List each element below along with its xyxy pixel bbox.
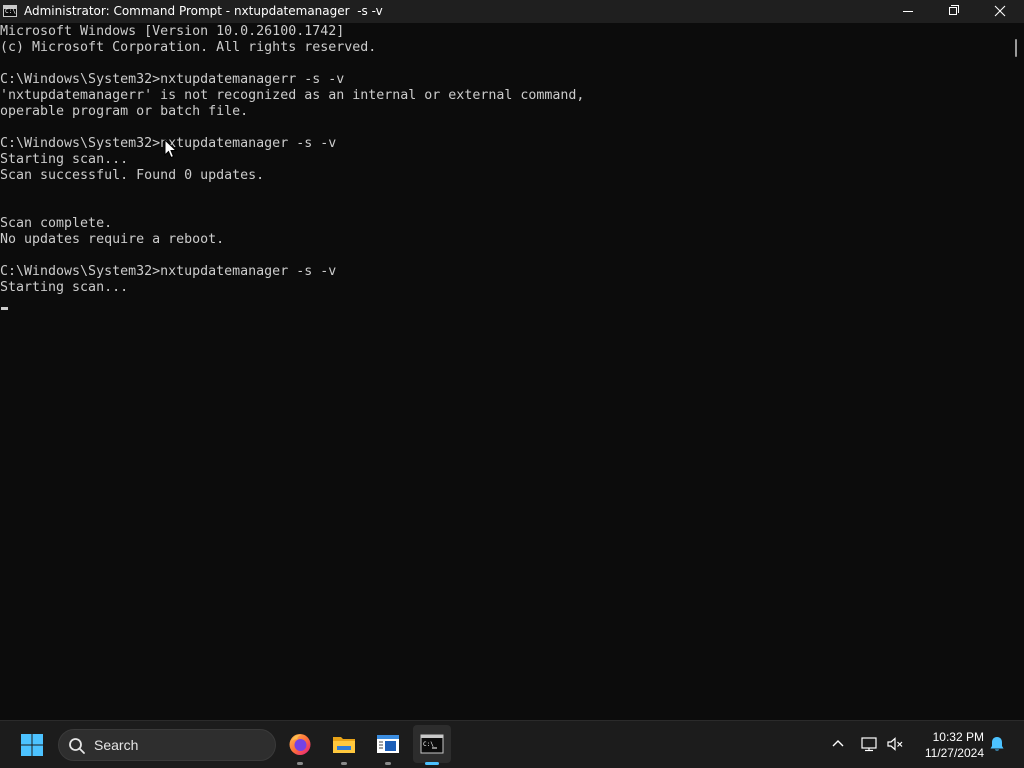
console-line: operable program or batch file. xyxy=(0,104,249,119)
restore-button[interactable] xyxy=(931,0,977,23)
minimize-icon xyxy=(903,11,913,12)
running-indicator xyxy=(385,762,391,765)
taskbar-search-box[interactable]: Search xyxy=(58,729,276,761)
console-line: Scan successful. Found 0 updates. xyxy=(0,168,265,183)
clock-time: 10:32 PM xyxy=(932,730,984,744)
search-placeholder: Search xyxy=(94,737,139,753)
title-bar[interactable]: C:\ Administrator: Command Prompt - nxtu… xyxy=(0,0,1024,23)
window-title: Administrator: Command Prompt - nxtupdat… xyxy=(24,4,383,18)
clock-date: 11/27/2024 xyxy=(924,746,984,760)
running-indicator xyxy=(341,762,347,765)
console-line: (c) Microsoft Corporation. All rights re… xyxy=(0,40,377,55)
console-line: Starting scan... xyxy=(0,152,129,167)
console-line: 'nxtupdatemanagerr' is not recognized as… xyxy=(0,88,585,103)
command-prompt-icon-text: C:\ xyxy=(5,8,16,15)
console-line: Starting scan... xyxy=(0,280,129,295)
taskbar-file-explorer[interactable] xyxy=(325,725,363,765)
show-hidden-icons-chevron-up-icon[interactable] xyxy=(829,735,847,753)
notepad-icon xyxy=(377,735,399,753)
console-line: Scan complete. xyxy=(0,216,113,231)
command-prompt-icon[interactable]: C:\ xyxy=(3,5,17,17)
minimize-button[interactable] xyxy=(885,0,931,23)
taskbar-notepad[interactable] xyxy=(369,725,407,765)
console-line: Microsoft Windows [Version 10.0.26100.17… xyxy=(0,24,345,39)
vertical-scrollbar[interactable] xyxy=(1006,23,1024,720)
console-line: No updates require a reboot. xyxy=(0,232,225,247)
start-button[interactable] xyxy=(14,727,50,763)
active-indicator xyxy=(425,762,439,765)
console-output[interactable]: Microsoft Windows [Version 10.0.26100.17… xyxy=(0,23,1006,720)
volume-muted-icon[interactable] xyxy=(886,735,904,753)
scrollbar-thumb[interactable] xyxy=(1015,39,1017,57)
search-icon xyxy=(69,738,85,754)
file-explorer-icon xyxy=(333,737,355,753)
taskbar: Search C:\ 10:32 PM 11/27/2024 xyxy=(0,720,1024,768)
system-clock[interactable]: 10:32 PM 11/27/2024 xyxy=(912,729,984,761)
network-icon[interactable] xyxy=(860,735,878,753)
text-cursor xyxy=(1,307,8,310)
close-icon xyxy=(994,5,1006,17)
taskbar-firefox[interactable] xyxy=(281,725,319,765)
mouse-pointer-icon xyxy=(164,139,178,159)
svg-text:C:\: C:\ xyxy=(423,741,434,748)
close-button[interactable] xyxy=(977,0,1023,23)
notification-bell-icon[interactable] xyxy=(988,735,1006,753)
windows-logo-icon xyxy=(21,734,43,756)
console-line: C:\Windows\System32>nxtupdatemanager -s … xyxy=(0,264,337,279)
terminal-icon: C:\ xyxy=(420,734,444,754)
taskbar-command-prompt[interactable]: C:\ xyxy=(413,725,451,765)
running-indicator xyxy=(297,762,303,765)
console-line: C:\Windows\System32>nxtupdatemanagerr -s… xyxy=(0,72,345,87)
firefox-icon xyxy=(289,734,311,755)
